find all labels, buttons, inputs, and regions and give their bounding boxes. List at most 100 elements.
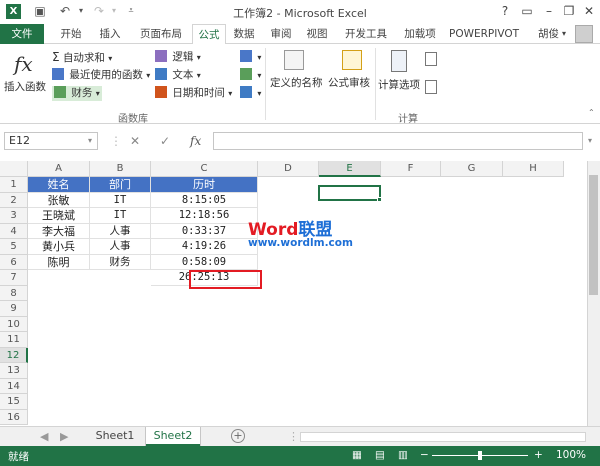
drag-handle-icon[interactable]: ⋮ [110, 132, 122, 150]
zoom-level[interactable]: 100% [556, 449, 586, 461]
table-cell-name[interactable]: 张敏 [28, 192, 90, 208]
row-header-12[interactable]: 12 [0, 347, 28, 363]
row-header-3[interactable]: 3 [0, 208, 28, 224]
tab-insert[interactable]: 插入 [94, 24, 126, 44]
row-header-15[interactable]: 15 [0, 394, 28, 410]
tab-home[interactable]: 开始 [55, 24, 87, 44]
collapse-ribbon-icon[interactable]: ⌃ [588, 108, 595, 117]
enter-icon[interactable]: ✓ [160, 132, 170, 150]
table-cell-department[interactable]: 人事 [90, 223, 151, 239]
tab-data[interactable]: 数据 [229, 24, 259, 44]
zoom-in-icon[interactable]: + [534, 449, 543, 461]
table-cell-department[interactable]: IT [90, 192, 151, 208]
row-header-5[interactable]: 5 [0, 239, 28, 255]
insert-function-bar-icon[interactable]: fx [190, 132, 201, 150]
table-cell-duration[interactable]: 8:15:05 [151, 192, 258, 208]
next-sheet-icon[interactable]: ▶ [60, 430, 68, 443]
page-break-view-icon[interactable]: ▥ [398, 449, 408, 461]
more-functions-button[interactable]: ▾ [240, 86, 261, 101]
name-box-dropdown-icon[interactable]: ▾ [88, 132, 92, 150]
tab-powerpivot[interactable]: POWERPIVOT [447, 24, 521, 44]
user-name[interactable]: 胡俊 [538, 24, 559, 44]
zoom-out-icon[interactable]: − [420, 449, 429, 461]
worksheet-grid[interactable]: ABCDEFGH 1 2 3 4 5 6 7 8 9 10 11 12 13 14 15 16 姓名 部门 历时张… [0, 161, 600, 426]
header-name[interactable]: 姓名 [28, 177, 90, 193]
vertical-scroll-thumb[interactable] [589, 175, 598, 295]
table-cell-department[interactable]: 人事 [90, 239, 151, 255]
table-cell-department[interactable]: IT [90, 208, 151, 224]
table-cell-duration[interactable]: 12:18:56 [151, 208, 258, 224]
minimize-icon[interactable]: – [538, 2, 560, 20]
tab-view[interactable]: 视图 [302, 24, 332, 44]
row-header-4[interactable]: 4 [0, 223, 28, 239]
row-header-16[interactable]: 16 [0, 409, 28, 425]
normal-view-icon[interactable]: ▦ [352, 449, 362, 461]
tab-formulas[interactable]: 公式 [192, 24, 226, 45]
table-cell-duration[interactable]: 4:19:26 [151, 239, 258, 255]
tab-developer[interactable]: 开发工具 [338, 24, 394, 44]
select-all-corner[interactable] [0, 161, 28, 177]
insert-function-button[interactable]: 插入函数 [4, 80, 46, 94]
help-icon[interactable]: ? [494, 2, 516, 20]
row-header-7[interactable]: 7 [0, 270, 28, 286]
datetime-button[interactable]: 日期和时间 ▾ [155, 86, 232, 101]
row-header-13[interactable]: 13 [0, 363, 28, 379]
table-cell-department[interactable]: 财务 [90, 254, 151, 270]
restore-icon[interactable]: ❐ [558, 2, 580, 20]
tab-addins[interactable]: 加载项 [399, 24, 441, 44]
sheet-tab-sheet2[interactable]: Sheet2 [146, 427, 200, 446]
column-header-a[interactable]: A [28, 161, 90, 177]
column-header-f[interactable]: F [381, 161, 441, 177]
tab-file[interactable]: 文件 [0, 24, 44, 44]
table-cell-name[interactable]: 陈明 [28, 254, 90, 270]
math-button[interactable]: ▾ [240, 68, 261, 83]
close-icon[interactable]: ✕ [578, 2, 600, 20]
header-duration[interactable]: 历时 [151, 177, 258, 193]
zoom-slider-thumb[interactable] [478, 451, 482, 460]
row-header-2[interactable]: 2 [0, 192, 28, 208]
tab-review[interactable]: 审阅 [266, 24, 296, 44]
row-header-11[interactable]: 11 [0, 332, 28, 348]
column-header-b[interactable]: B [90, 161, 151, 177]
header-department[interactable]: 部门 [90, 177, 151, 193]
autosum-button[interactable]: Σ 自动求和 ▾ [52, 50, 112, 66]
sheet-tab-sheet1[interactable]: Sheet1 [88, 427, 142, 446]
table-cell-name[interactable]: 李大福 [28, 223, 90, 239]
user-dropdown-icon[interactable]: ▾ [562, 24, 566, 44]
defined-names-button[interactable]: 定义的名称 [270, 76, 323, 90]
table-cell-duration[interactable]: 0:58:09 [151, 254, 258, 270]
row-header-10[interactable]: 10 [0, 316, 28, 332]
column-header-d[interactable]: D [258, 161, 319, 177]
column-header-h[interactable]: H [503, 161, 564, 177]
cancel-icon[interactable]: ✕ [130, 132, 140, 150]
financial-button[interactable]: 财务 ▾ [52, 86, 102, 101]
column-header-g[interactable]: G [441, 161, 503, 177]
lookup-button[interactable]: ▾ [240, 50, 261, 65]
row-header-6[interactable]: 6 [0, 254, 28, 270]
column-header-e[interactable]: E [319, 161, 381, 177]
avatar[interactable] [575, 25, 593, 43]
table-cell-name[interactable]: 王晓斌 [28, 208, 90, 224]
horizontal-scrollbar[interactable] [300, 432, 586, 442]
prev-sheet-icon[interactable]: ◀ [40, 430, 48, 443]
selected-cell-E12[interactable] [318, 185, 381, 201]
page-layout-view-icon[interactable]: ▤ [375, 449, 385, 461]
formula-input[interactable] [213, 132, 583, 150]
recent-functions-button[interactable]: 最近使用的函数 ▾ [52, 68, 150, 83]
add-sheet-icon[interactable]: + [231, 429, 245, 443]
formula-auditing-button[interactable]: 公式审核 [328, 76, 370, 90]
column-header-c[interactable]: C [151, 161, 258, 177]
table-cell-duration[interactable]: 0:33:37 [151, 223, 258, 239]
calc-sheet-icon[interactable] [425, 80, 437, 94]
row-header-8[interactable]: 8 [0, 285, 28, 301]
name-box[interactable]: E12 [4, 132, 98, 150]
text-button[interactable]: 文本 ▾ [155, 68, 201, 83]
insert-function-icon[interactable]: fx [14, 52, 33, 76]
calc-now-icon[interactable] [425, 52, 437, 66]
tab-split-handle-icon[interactable]: ⋮ [288, 430, 299, 443]
row-header-9[interactable]: 9 [0, 301, 28, 317]
logical-button[interactable]: 逻辑 ▾ [155, 50, 201, 65]
row-header-14[interactable]: 14 [0, 378, 28, 394]
row-header-1[interactable]: 1 [0, 177, 28, 193]
table-cell-name[interactable]: 黄小兵 [28, 239, 90, 255]
